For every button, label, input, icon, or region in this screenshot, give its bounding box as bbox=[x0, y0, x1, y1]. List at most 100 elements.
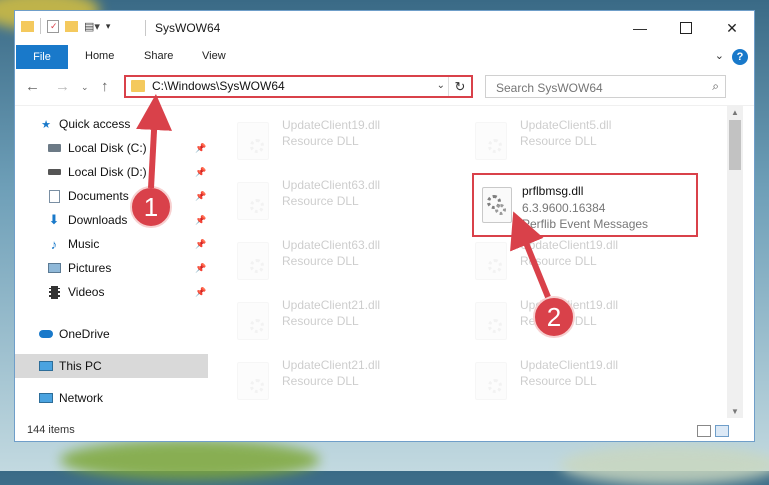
sidebar-item-quick-access[interactable]: ★ Quick access bbox=[15, 112, 208, 136]
large-icons-view-icon[interactable] bbox=[715, 425, 729, 437]
folder-icon bbox=[131, 80, 145, 92]
back-arrow-icon[interactable]: ← bbox=[25, 78, 40, 95]
scroll-down-icon[interactable]: ▼ bbox=[727, 407, 743, 416]
sidebar-item-videos[interactable]: Videos 📌 bbox=[15, 280, 208, 304]
search-icon[interactable]: ⌕ bbox=[712, 79, 719, 94]
sidebar-item-pictures[interactable]: Pictures 📌 bbox=[15, 256, 208, 280]
file-list: UpdateClient19.dll Resource DLL UpdateCl… bbox=[215, 106, 727, 416]
file-description: Resource DLL bbox=[520, 134, 597, 148]
maximize-button[interactable] bbox=[663, 11, 709, 45]
dll-file-icon bbox=[475, 362, 507, 400]
desktop-background-leaf bbox=[60, 440, 320, 480]
sidebar-item-downloads[interactable]: ⬇ Downloads 📌 bbox=[15, 208, 208, 232]
customize-toolbar-icon[interactable]: ▾ bbox=[106, 21, 111, 32]
title-bar: ✓ ▤▾ ▾ SysWOW64 — ✕ bbox=[15, 11, 754, 45]
sidebar-item-documents[interactable]: Documents 📌 bbox=[15, 184, 208, 208]
highlighted-file-tile[interactable]: prflbmsg.dll 6.3.9600.16384 Perflib Even… bbox=[472, 173, 698, 237]
drive-icon bbox=[47, 166, 61, 178]
tab-home[interactable]: Home bbox=[85, 50, 114, 62]
pin-icon: 📌 bbox=[195, 262, 207, 273]
file-tile[interactable]: UpdateClient19.dll Resource DLL bbox=[453, 232, 673, 288]
sidebar-item-onedrive[interactable]: OneDrive bbox=[15, 322, 208, 346]
details-view-icon[interactable] bbox=[697, 425, 711, 437]
scrollbar-thumb[interactable] bbox=[729, 120, 741, 170]
desktop-background-leaf bbox=[560, 445, 769, 485]
sidebar-item-label: This PC bbox=[59, 359, 102, 373]
minimize-button[interactable]: — bbox=[617, 11, 663, 45]
documents-icon bbox=[47, 189, 61, 203]
address-path[interactable]: C:\Windows\SysWOW64 bbox=[152, 79, 285, 93]
sidebar-item-local-disk-c[interactable]: Local Disk (C:) 📌 bbox=[15, 136, 208, 160]
expand-ribbon-icon[interactable]: ⌄ bbox=[715, 49, 724, 62]
tab-view[interactable]: View bbox=[202, 50, 226, 62]
navigation-pane: ★ Quick access Local Disk (C:) 📌 Local D… bbox=[15, 106, 208, 411]
status-bar: 144 items bbox=[15, 421, 754, 443]
sidebar-item-label: Network bbox=[59, 391, 104, 405]
minimize-icon: — bbox=[633, 20, 647, 36]
file-description: Resource DLL bbox=[520, 374, 597, 388]
search-input[interactable] bbox=[494, 77, 698, 98]
file-description: Resource DLL bbox=[282, 134, 359, 148]
file-name: UpdateClient19.dll bbox=[520, 238, 619, 252]
scroll-up-icon[interactable]: ▲ bbox=[727, 108, 743, 117]
pictures-icon bbox=[47, 262, 61, 274]
dll-file-icon bbox=[475, 122, 507, 160]
up-arrow-icon[interactable]: ↑ bbox=[101, 78, 109, 95]
dll-file-icon bbox=[237, 242, 269, 280]
sidebar-item-label: Videos bbox=[68, 285, 105, 299]
sidebar-item-network[interactable]: Network bbox=[15, 386, 208, 410]
close-button[interactable]: ✕ bbox=[709, 11, 755, 45]
file-tile[interactable]: UpdateClient63.dll Resource DLL bbox=[215, 172, 435, 228]
dll-file-icon bbox=[475, 242, 507, 280]
videos-icon bbox=[47, 285, 61, 299]
chevron-down-icon[interactable]: ⌄ bbox=[437, 80, 445, 91]
pin-icon: 📌 bbox=[195, 190, 207, 201]
dll-file-icon bbox=[237, 362, 269, 400]
file-tile[interactable]: UpdateClient63.dll Resource DLL bbox=[215, 232, 435, 288]
refresh-icon[interactable]: ↻ bbox=[448, 77, 471, 96]
sidebar-item-label: Quick access bbox=[59, 117, 131, 131]
sidebar-item-label: Music bbox=[68, 237, 100, 251]
star-icon: ★ bbox=[41, 118, 51, 131]
vertical-scrollbar[interactable]: ▲ ▼ bbox=[727, 106, 743, 418]
ribbon: File Home Share View ⌄ ? bbox=[15, 45, 754, 69]
sidebar-item-local-disk-d[interactable]: Local Disk (D:) 📌 bbox=[15, 160, 208, 184]
tab-share[interactable]: Share bbox=[144, 50, 173, 62]
sidebar-item-label: Documents bbox=[68, 189, 129, 203]
file-tile[interactable]: UpdateClient19.dll Resource DLL bbox=[453, 352, 673, 408]
file-name: UpdateClient19.dll bbox=[282, 118, 381, 132]
file-tile[interactable]: UpdateClient5.dll Resource DLL bbox=[453, 112, 673, 168]
file-description: Resource DLL bbox=[520, 254, 597, 268]
properties-icon[interactable]: ✓ bbox=[47, 19, 59, 33]
new-folder-icon[interactable] bbox=[65, 20, 78, 32]
file-description: Resource DLL bbox=[282, 254, 359, 268]
file-name: UpdateClient21.dll bbox=[282, 298, 381, 312]
callout-badge-one: 1 bbox=[130, 186, 172, 228]
tab-file[interactable]: File bbox=[16, 45, 68, 69]
music-icon: ♪ bbox=[50, 236, 58, 252]
file-tile[interactable]: UpdateClient19.dll Resource DLL bbox=[215, 112, 435, 168]
file-description: Resource DLL bbox=[282, 194, 359, 208]
forward-arrow-icon[interactable]: → bbox=[55, 78, 70, 95]
sidebar-item-label: Pictures bbox=[68, 261, 112, 275]
window-title: SysWOW64 bbox=[155, 21, 221, 35]
file-version: 6.3.9600.16384 bbox=[522, 201, 606, 215]
pin-icon: 📌 bbox=[195, 238, 207, 249]
sidebar-item-music[interactable]: ♪ Music 📌 bbox=[15, 232, 208, 256]
file-tile[interactable]: UpdateClient21.dll Resource DLL bbox=[215, 292, 435, 348]
sidebar-item-label: Local Disk (C:) bbox=[68, 141, 147, 155]
file-name: UpdateClient63.dll bbox=[282, 178, 381, 192]
view-options-icon[interactable]: ▤▾ bbox=[84, 20, 100, 33]
search-box[interactable]: ⌕ bbox=[485, 75, 726, 98]
sidebar-item-this-pc[interactable]: This PC bbox=[15, 354, 208, 378]
address-bar[interactable]: C:\Windows\SysWOW64 ⌄ ↻ bbox=[124, 75, 473, 98]
close-icon: ✕ bbox=[726, 19, 738, 36]
download-icon: ⬇ bbox=[48, 212, 60, 227]
file-description: Perflib Event Messages bbox=[522, 217, 649, 231]
item-count: 144 items bbox=[27, 424, 75, 436]
help-button[interactable]: ? bbox=[732, 49, 748, 65]
computer-icon bbox=[39, 360, 53, 372]
cloud-icon bbox=[39, 328, 53, 340]
file-tile[interactable]: UpdateClient21.dll Resource DLL bbox=[215, 352, 435, 408]
recent-locations-icon[interactable]: ⌄ bbox=[81, 82, 89, 93]
